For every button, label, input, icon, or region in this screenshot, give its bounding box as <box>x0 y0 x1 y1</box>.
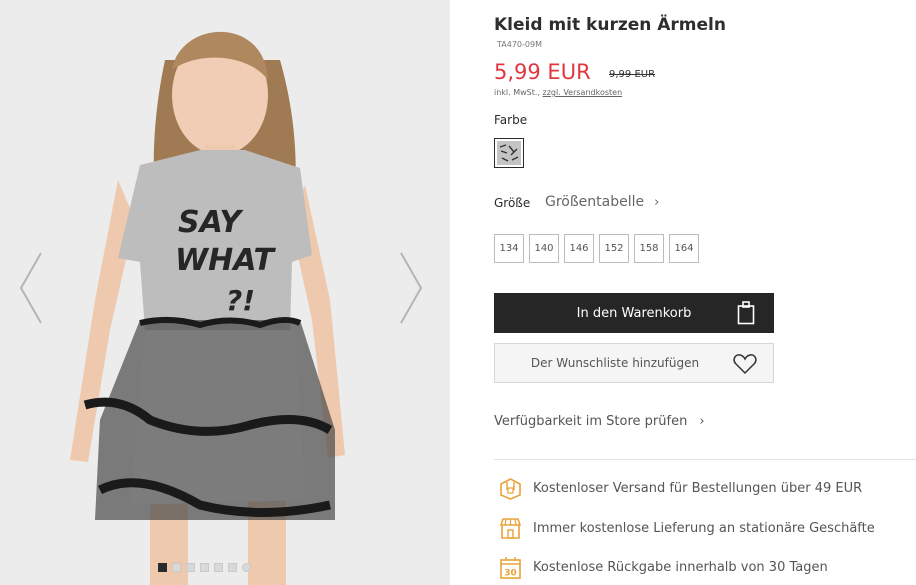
shipping-costs-link[interactable]: zzgl. Versandkosten <box>543 88 623 97</box>
heart-icon <box>733 354 757 375</box>
calendar-30-icon: 30 <box>500 557 521 579</box>
benefit-text: Kostenloser Versand für Bestellungen übe… <box>533 481 863 496</box>
add-to-wishlist-button[interactable]: Der Wunschliste hinzufügen <box>494 343 774 383</box>
gallery-dot[interactable] <box>158 563 167 572</box>
print-line-1: SAY <box>178 205 244 240</box>
size-option[interactable]: 158 <box>634 234 664 263</box>
store-icon <box>499 518 522 539</box>
add-to-wishlist-label: Der Wunschliste hinzufügen <box>530 356 700 370</box>
product-gallery: SAY WHAT ?! <box>0 0 450 585</box>
swatch-pattern-icon <box>497 141 521 165</box>
print-line-2: WHAT <box>175 243 277 278</box>
tax-info: inkl. MwSt., zzgl. Versandkosten <box>494 88 622 97</box>
gallery-next-button[interactable] <box>396 248 426 328</box>
size-option[interactable]: 146 <box>564 234 594 263</box>
svg-text:30: 30 <box>504 569 517 579</box>
size-option[interactable]: 164 <box>669 234 699 263</box>
color-swatch[interactable] <box>494 138 524 168</box>
benefit-text: Kostenlose Rückgabe innerhalb von 30 Tag… <box>533 560 828 575</box>
old-price: 9,99 EUR <box>609 69 656 80</box>
gallery-prev-button[interactable] <box>16 248 46 328</box>
current-price: 5,99 EUR <box>494 60 591 84</box>
benefit-free-shipping: Kostenloser Versand für Bestellungen übe… <box>498 476 862 501</box>
store-availability-label: Verfügbarkeit im Store prüfen <box>494 414 688 429</box>
product-title: Kleid mit kurzen Ärmeln <box>494 15 726 35</box>
size-option[interactable]: 152 <box>599 234 629 263</box>
color-label: Farbe <box>494 113 528 127</box>
shopping-bag-icon <box>737 301 755 325</box>
gallery-dot[interactable] <box>200 563 209 572</box>
gallery-dot[interactable] <box>172 563 181 572</box>
product-photo: SAY WHAT ?! <box>0 0 450 585</box>
product-sku: TA470-09M <box>497 40 542 49</box>
benefit-store-delivery: Immer kostenlose Lieferung an stationäre… <box>498 516 875 541</box>
tax-prefix: inkl. MwSt., <box>494 88 540 97</box>
size-option[interactable]: 140 <box>529 234 559 263</box>
product-details: Kleid mit kurzen Ärmeln TA470-09M 5,99 E… <box>494 0 916 585</box>
gallery-dot[interactable] <box>186 563 195 572</box>
print-line-3: ?! <box>226 284 255 317</box>
delivery-box-icon <box>500 478 521 500</box>
gallery-dot[interactable] <box>228 563 237 572</box>
benefit-text: Immer kostenlose Lieferung an stationäre… <box>533 521 875 536</box>
size-chart-label: Größentabelle <box>545 194 645 210</box>
gallery-dot[interactable] <box>214 563 223 572</box>
size-chart-link[interactable]: Größentabelle › <box>545 194 659 210</box>
chevron-right-icon: › <box>654 195 660 210</box>
divider <box>494 459 916 460</box>
chevron-right-icon <box>400 252 423 324</box>
store-availability-link[interactable]: Verfügbarkeit im Store prüfen › <box>494 414 705 429</box>
benefit-free-returns: 30 Kostenlose Rückgabe innerhalb von 30 … <box>498 555 828 580</box>
gallery-dot[interactable] <box>242 563 251 572</box>
add-to-cart-button[interactable]: In den Warenkorb <box>494 293 774 333</box>
chevron-right-icon: › <box>699 414 705 429</box>
size-option[interactable]: 134 <box>494 234 524 263</box>
gallery-pagination <box>158 563 251 572</box>
size-label: Größe <box>494 196 531 210</box>
add-to-cart-label: In den Warenkorb <box>576 305 692 321</box>
chevron-left-icon <box>19 252 42 324</box>
size-options: 134 140 146 152 158 164 <box>494 234 699 263</box>
